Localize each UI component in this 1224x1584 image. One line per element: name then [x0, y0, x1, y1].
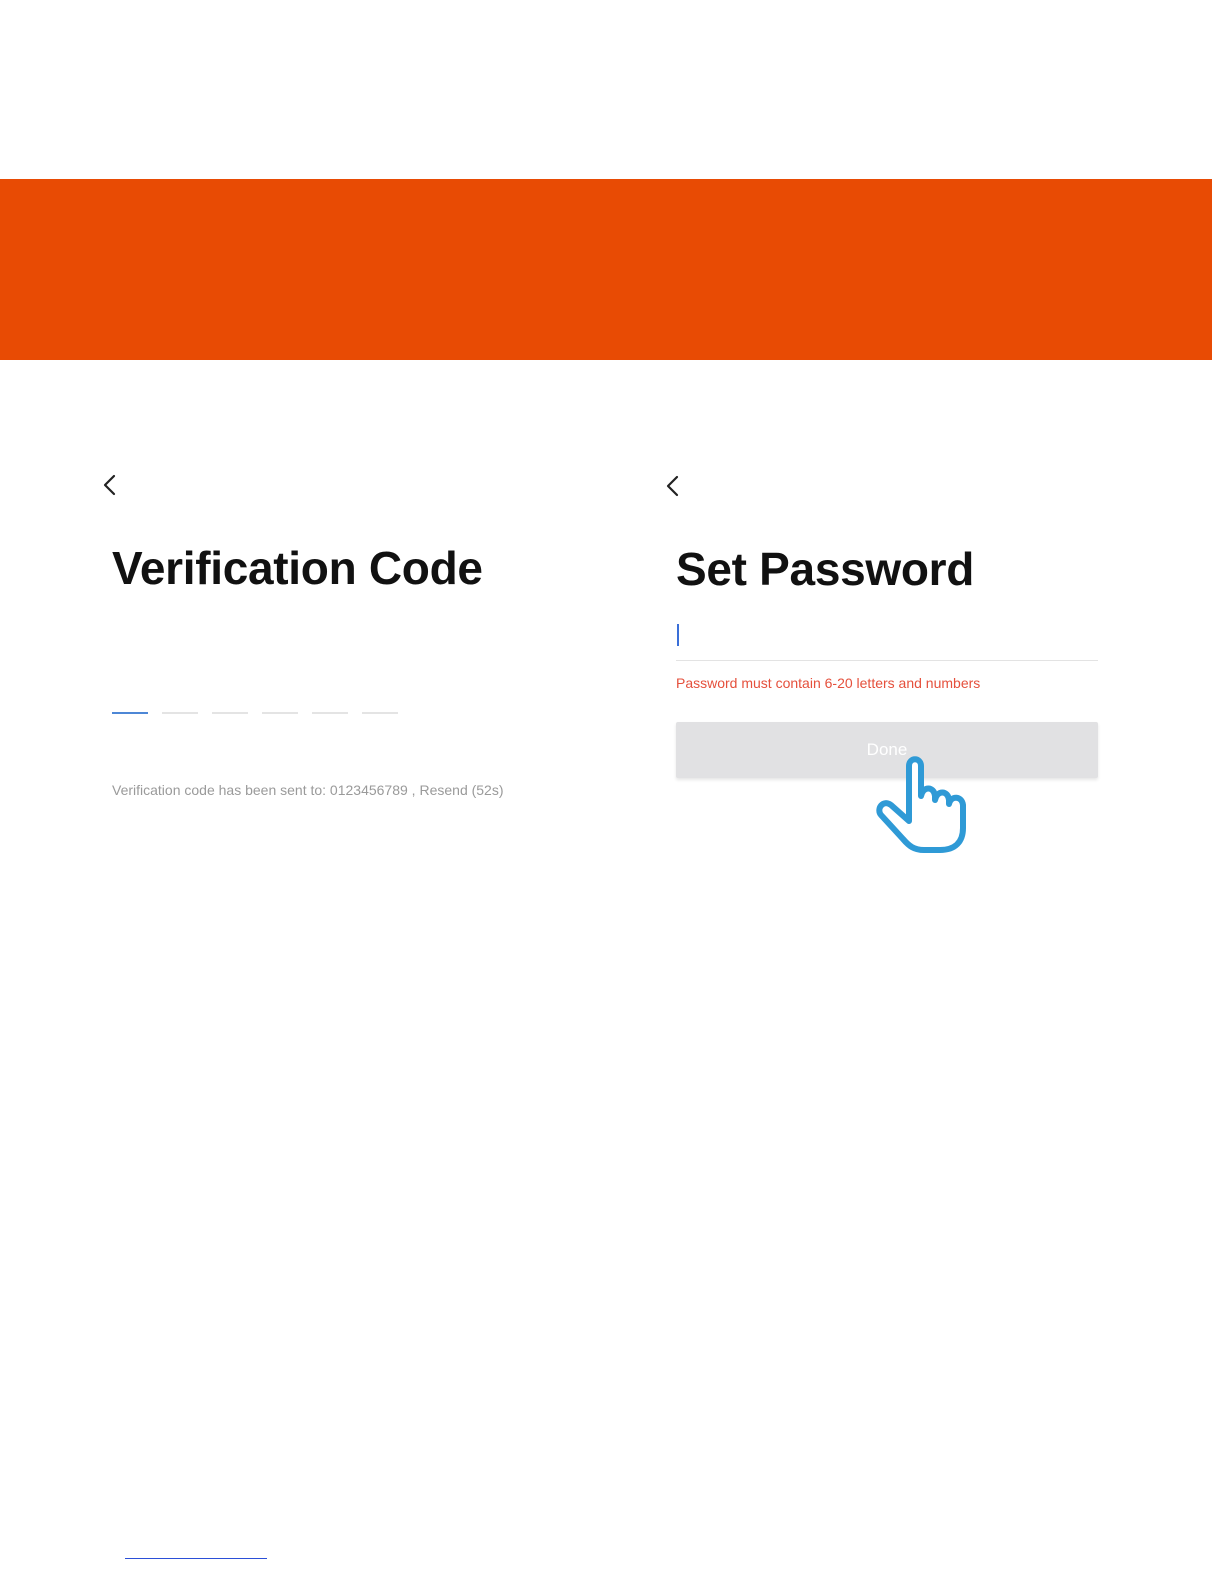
code-digit-slot-6[interactable]	[362, 712, 398, 714]
done-button[interactable]: Done	[676, 722, 1098, 778]
chevron-left-icon	[666, 475, 679, 497]
code-digit-slot-5[interactable]	[312, 712, 348, 714]
header-banner	[0, 179, 1212, 360]
code-sent-text: Verification code has been sent to: 0123…	[112, 782, 416, 798]
code-digit-slot-4[interactable]	[262, 712, 298, 714]
back-button[interactable]	[98, 471, 122, 501]
resend-link[interactable]: Resend (52s)	[419, 782, 503, 798]
code-digit-slot-1[interactable]	[112, 712, 148, 714]
code-digit-slot-2[interactable]	[162, 712, 198, 714]
code-digit-slot-3[interactable]	[212, 712, 248, 714]
footer-link-underline	[125, 1558, 267, 1559]
password-hint: Password must contain 6-20 letters and n…	[676, 675, 981, 691]
password-input[interactable]	[676, 616, 1098, 661]
code-sent-note: Verification code has been sent to: 0123…	[112, 781, 532, 799]
verification-code-input[interactable]	[112, 712, 398, 714]
page-title: Verification Code	[112, 542, 483, 594]
chevron-left-icon	[103, 474, 116, 496]
back-button[interactable]	[661, 472, 685, 502]
page-title: Set Password	[676, 543, 975, 595]
text-caret	[677, 624, 679, 646]
